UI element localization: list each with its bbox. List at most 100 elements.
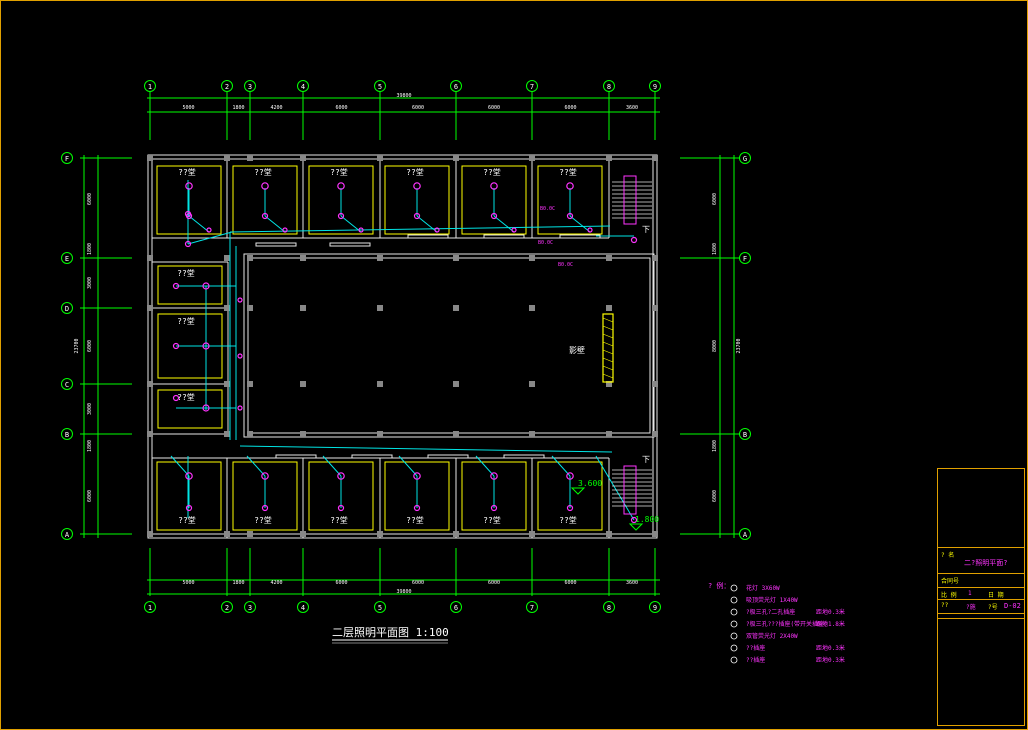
top-room-label-5: ??堂: [559, 167, 577, 177]
left-dim-3: 6000: [87, 340, 93, 352]
column-1-0: [224, 155, 230, 161]
left-room-label-0: ??堂: [177, 268, 195, 278]
axis-top-6: 7: [530, 83, 534, 91]
wire-bottom-branch-5: [551, 455, 571, 477]
column-3-5: [300, 531, 306, 537]
wire-top-branch-0: [188, 215, 210, 233]
column-1-4: [224, 431, 230, 437]
legend-title: ? 例：: [708, 581, 730, 590]
top-room-label-2: ??堂: [330, 167, 348, 177]
column-4-5: [377, 531, 383, 537]
courtyard-wall-inner: [247, 257, 651, 434]
axis-top-5: 6: [454, 83, 458, 91]
bottom-total-dim: 39800: [396, 589, 411, 595]
axis-bottom-4: 5: [378, 604, 382, 612]
legend: ? 例： 花灯 3X60W吸顶荧光灯 1X40W?极三孔?二孔插座 距地0.3米?极…: [708, 581, 845, 664]
axis-left-1: E: [65, 255, 69, 263]
column-0-4: [147, 431, 153, 437]
top-total-dim: 39800: [396, 93, 411, 99]
column-1-3: [224, 381, 230, 387]
legend-symbol-4: [730, 632, 738, 640]
column-5-3: [453, 381, 459, 387]
legend-symbol-0: [730, 584, 738, 592]
column-6-1: [529, 255, 535, 261]
top-room-label-4: ??堂: [483, 167, 501, 177]
column-5-5: [453, 531, 459, 537]
column-4-4: [377, 431, 383, 437]
col-dim-2: 4200: [270, 105, 282, 111]
right-dim-4: 6000: [712, 490, 718, 502]
wire-label-2: B0.0C: [558, 262, 573, 268]
top-room-label-0: ??堂: [178, 167, 196, 177]
axis-right-0: G: [743, 155, 747, 163]
col-dim-bottom-0: 5000: [182, 580, 194, 586]
stair-top-down: 下: [642, 225, 650, 234]
axis-bottom-8: 9: [653, 604, 657, 612]
column-5-4: [453, 431, 459, 437]
sheet-value: D-02: [1004, 602, 1021, 610]
screen-wall-hatch-6: [602, 365, 614, 371]
column-3-1: [300, 255, 306, 261]
column-6-5: [529, 531, 535, 537]
right-dim-1: 1800: [712, 243, 718, 255]
drawing-name-label: ? 名: [941, 552, 955, 559]
column-6-4: [529, 431, 535, 437]
axis-left-4: B: [65, 431, 69, 439]
legend-item-1: 吸顶荧光灯 1X40W: [746, 596, 798, 604]
elevation-2-mark: [628, 523, 644, 531]
column-7-5: [606, 531, 612, 537]
wire-top-branch-4: [493, 215, 515, 233]
corridor-lamp-7: [427, 454, 469, 459]
screen-wall-hatch-0: [602, 317, 614, 323]
screen-wall-label: 影壁: [569, 345, 585, 355]
axis-top-7: 8: [607, 83, 611, 91]
left-dim-6: 6000: [87, 490, 93, 502]
column-7-1: [606, 255, 612, 261]
axis-left-3: C: [65, 381, 69, 389]
design-value: ?施: [966, 604, 976, 611]
column-8-3: [652, 381, 658, 387]
left-dim-4: 3000: [87, 403, 93, 415]
axis-left-5: A: [65, 531, 70, 539]
column-6-0: [529, 155, 535, 161]
scale-label: 比 例: [941, 592, 957, 599]
stair-top-rail: [623, 175, 637, 225]
title-block: ? 名 二?照明平面? 合同号 比 例 1 日 期 ?? ?施 ?号 D-02: [937, 468, 1025, 726]
column-6-2: [529, 305, 535, 311]
corridor-lamp-1: [329, 242, 371, 247]
legend-item-4: 双管荧光灯 2X40W: [746, 632, 798, 640]
wire-label-1: B0.0C: [538, 240, 553, 246]
legend-symbol-5: [730, 644, 738, 652]
corridor-lamp-0: [255, 242, 297, 247]
column-8-5: [652, 531, 658, 537]
col-dim-bottom-7: 3600: [626, 580, 638, 586]
design-label: ??: [941, 602, 949, 609]
axis-top-0: 1: [148, 83, 152, 91]
wire-label-0: B0.0C: [540, 206, 555, 212]
column-2-3: [247, 381, 253, 387]
legend-note-3: 距地1.8米: [816, 620, 845, 628]
legend-item-0: 花灯 3X60W: [746, 584, 780, 592]
left-dim-1: 1800: [87, 243, 93, 255]
bottom-room-label-1: ??堂: [254, 515, 272, 525]
axis-bottom-3: 4: [301, 604, 305, 612]
axis-bottom-2: 3: [248, 604, 252, 612]
screen-wall-hatch-3: [602, 341, 614, 347]
wiring: [170, 180, 635, 521]
legend-symbol-2: [730, 608, 738, 616]
col-dim-bottom-5: 6000: [488, 580, 500, 586]
bottom-room-label-0: ??堂: [178, 515, 196, 525]
drawing-name: 二?照明平面?: [964, 559, 1008, 567]
screen-wall-hatch-1: [602, 325, 614, 331]
switch-corr-2: [237, 353, 243, 359]
top-room-label-3: ??堂: [406, 167, 424, 177]
column-4-3: [377, 381, 383, 387]
column-2-0: [247, 155, 253, 161]
column-1-1: [224, 255, 230, 261]
col-dim-bottom-6: 6000: [564, 580, 576, 586]
col-dim-7: 3600: [626, 105, 638, 111]
elevation-1-mark: [570, 487, 586, 495]
right-dim-3: 1800: [712, 440, 718, 452]
column-3-2: [300, 305, 306, 311]
corridor-lamp-2: [407, 234, 449, 239]
